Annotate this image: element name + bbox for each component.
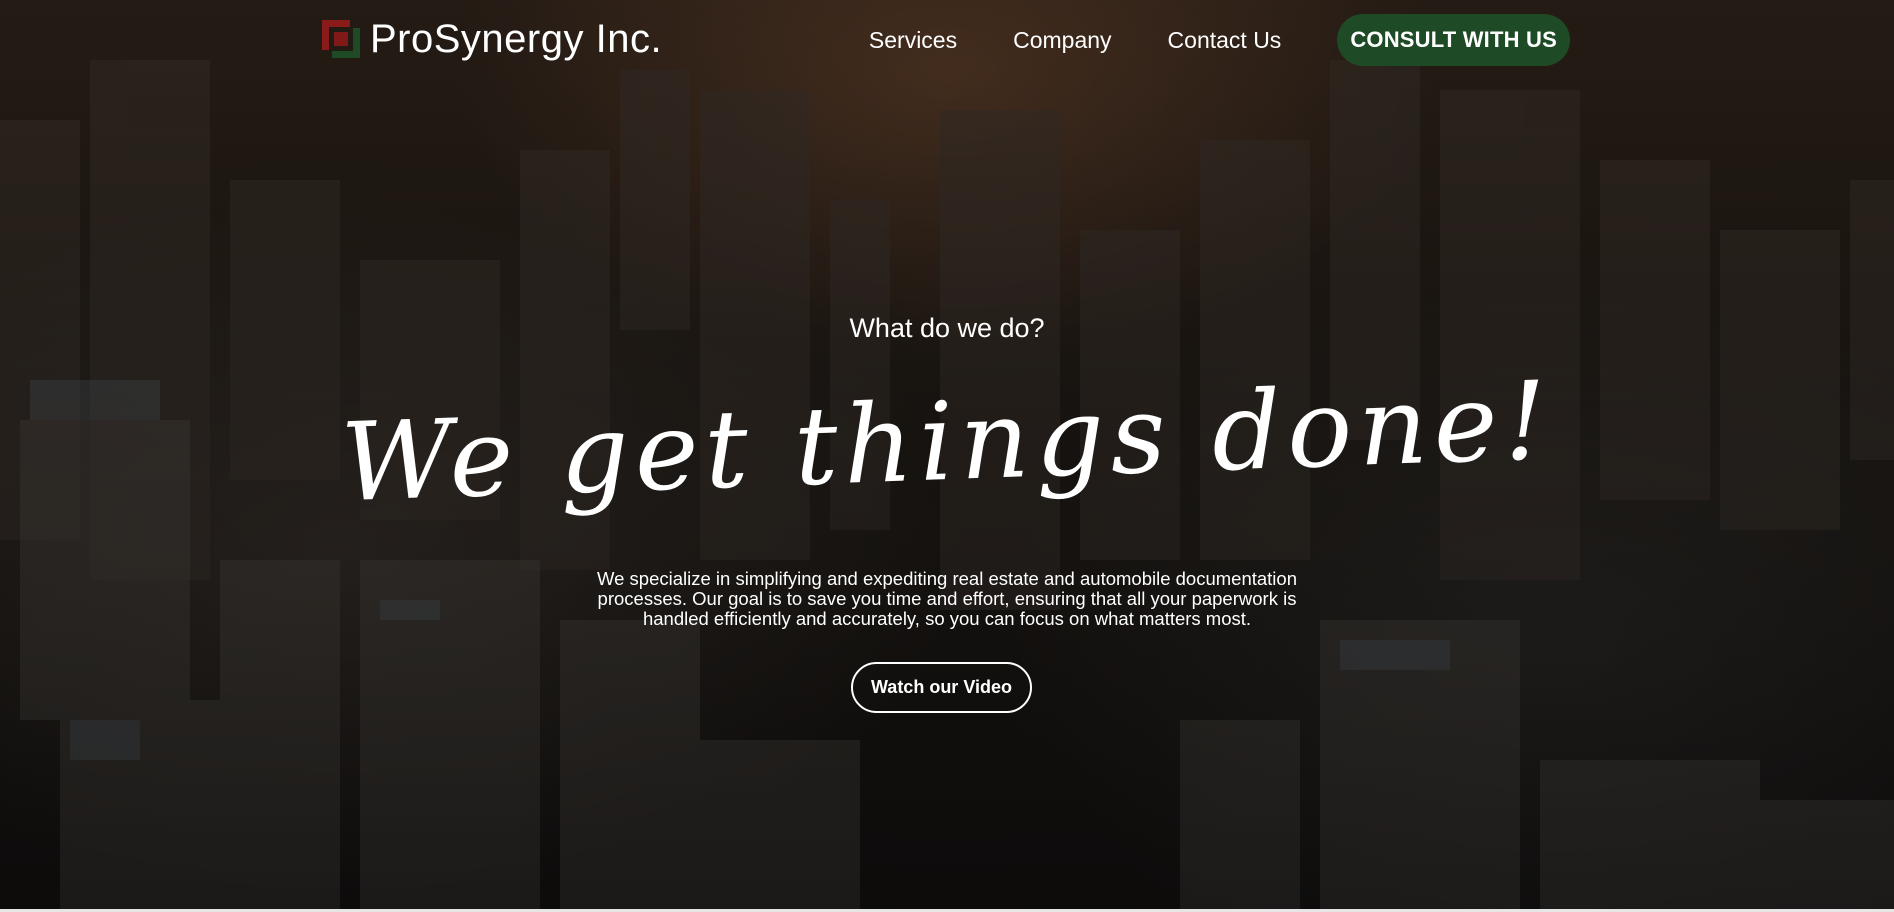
brand-name: ProSynergy Inc. [370,17,663,61]
consult-with-us-button[interactable]: CONSULT WITH US [1337,14,1570,66]
nav-link-services[interactable]: Services [869,14,957,66]
site-header: ProSynergy Inc. Services Company Contact… [0,0,1894,80]
hero-description: We specialize in simplifying and expedit… [597,568,1297,629]
square-bracket-logo-icon [322,20,360,58]
hero-eyebrow: What do we do? [849,313,1045,343]
brand-logo-link[interactable]: ProSynergy Inc. [320,18,662,60]
watch-video-button[interactable]: Watch our Video [851,662,1032,713]
nav-link-company[interactable]: Company [1013,14,1111,66]
nav-link-contact-us[interactable]: Contact Us [1168,14,1282,66]
main-navigation: Services Company Contact Us CONSULT WITH… [869,14,1570,66]
